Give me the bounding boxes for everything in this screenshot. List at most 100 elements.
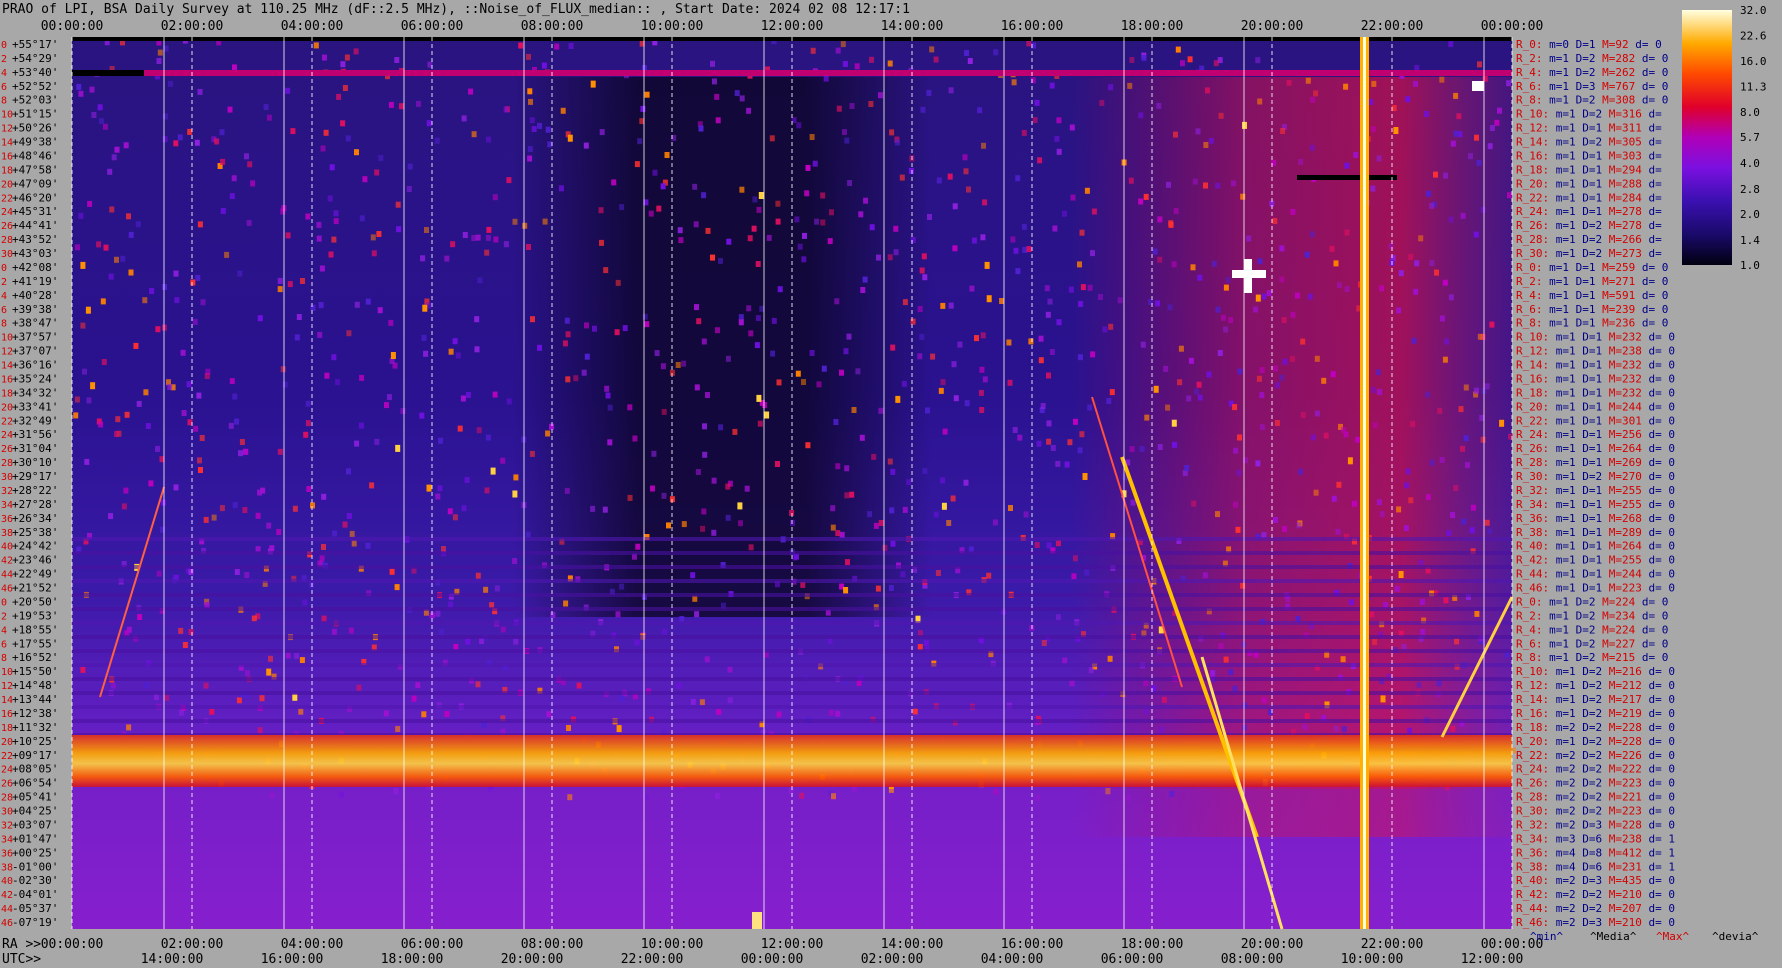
declination-label: +22°49' (12, 568, 58, 581)
noise-pixel (133, 342, 139, 349)
noise-pixel (604, 385, 610, 392)
noise-pixel (830, 505, 836, 512)
noise-pixel (1184, 465, 1190, 471)
stat-value: D=1 (1576, 582, 1603, 595)
noise-pixel (346, 468, 351, 475)
noise-pixel (692, 183, 698, 190)
noise-pixel (605, 392, 611, 399)
noise-pixel (1331, 495, 1337, 502)
noise-pixel (114, 431, 120, 437)
noise-pixel (1425, 391, 1431, 398)
noise-pixel (1480, 436, 1486, 443)
noise-pixel (1257, 258, 1263, 265)
noise-pixel (1443, 172, 1448, 179)
noise-pixel (634, 161, 640, 168)
noise-pixel (386, 394, 392, 401)
noise-pixel (145, 423, 151, 429)
stat-value: M=222 (1602, 763, 1642, 776)
noise-pixel (369, 482, 375, 489)
noise-pixel (565, 376, 571, 383)
stat-value: d= 0 (1642, 707, 1675, 720)
noise-pixel (319, 265, 325, 272)
noise-pixel (214, 138, 220, 145)
noise-pixel (460, 395, 466, 402)
noise-pixel (1454, 638, 1460, 645)
stat-value: d= 0 (1635, 303, 1668, 316)
stat-value: M=316 (1602, 108, 1642, 121)
declination-label: +31°56' (12, 428, 58, 441)
noise-pixel (1340, 656, 1346, 663)
noise-pixel (518, 42, 524, 49)
noise-pixel (607, 439, 613, 446)
stat-value: R_18: (1516, 386, 1549, 399)
noise-pixel (979, 366, 985, 373)
noise-pixel (336, 93, 342, 100)
stat-value: D=1 (1576, 428, 1603, 441)
stat-row: R_36: m=1 D=1 M=268 d= 0 (1516, 512, 1675, 525)
declination-label: +26°34' (12, 512, 58, 525)
point-source (1244, 259, 1252, 293)
declination-label: +53°40' (12, 66, 58, 79)
stat-value: d= 0 (1642, 721, 1675, 734)
noise-pixel (356, 684, 362, 691)
stat-row: R_12: m=1 D=1 M=311 d= (1516, 122, 1662, 135)
stat-value: D=2 (1569, 66, 1596, 79)
utc-axis-label: UTC>> (2, 952, 41, 967)
stat-value: D=1 (1569, 261, 1596, 274)
noise-pixel (195, 274, 201, 281)
stat-value: M=232 (1602, 372, 1642, 385)
top-time-tick: 06:00:00 (401, 19, 464, 34)
noise-pixel (1138, 198, 1144, 205)
declination-label: +03°07' (12, 818, 58, 831)
stat-value: m=2 (1549, 874, 1576, 887)
noise-pixel (1300, 338, 1306, 345)
noise-pixel (666, 522, 671, 529)
noise-pixel (437, 485, 443, 492)
noise-pixel (190, 279, 196, 286)
noise-pixel (974, 335, 979, 342)
noise-pixel (563, 600, 569, 607)
noise-pixel (566, 725, 571, 731)
noise-pixel (869, 56, 874, 63)
stat-value: m=2 (1549, 721, 1576, 734)
stat-value: D=2 (1569, 637, 1596, 650)
noise-pixel (1309, 231, 1315, 238)
noise-pixel (1272, 218, 1278, 224)
noise-pixel (374, 438, 380, 445)
noise-pixel (1474, 387, 1479, 394)
stat-value: D=1 (1576, 400, 1603, 413)
stat-value: R_6: (1516, 80, 1543, 93)
noise-pixel (718, 257, 723, 264)
declination-label: +04°25' (12, 805, 58, 818)
noise-pixel (844, 465, 850, 472)
colorbar: 32.0 22.6 16.0 11.3 8.0 5.7 4.0 2.8 2.0 1.4 1.0 (1682, 4, 1767, 272)
stat-value: M=435 (1602, 874, 1642, 887)
noise-pixel (444, 711, 450, 717)
noise-pixel (394, 57, 400, 63)
noise-pixel (1038, 335, 1044, 342)
noise-pixel (1343, 83, 1349, 90)
noise-pixel (188, 569, 194, 575)
noise-pixel (611, 179, 617, 186)
stat-value: D=6 (1576, 860, 1603, 873)
stat-value: m=1 (1549, 526, 1576, 539)
noise-pixel (537, 122, 543, 129)
noise-pixel (199, 435, 205, 441)
declination-label: +14°48' (12, 679, 58, 692)
noise-pixel (164, 694, 170, 701)
stat-value: d= 0 (1642, 540, 1675, 553)
stat-value: D=2 (1576, 693, 1603, 706)
ra-tick: 04:00:00 (281, 937, 344, 952)
noise-pixel (1290, 311, 1296, 318)
top-time-tick: 08:00:00 (521, 19, 584, 34)
stat-value: R_24: (1516, 205, 1549, 218)
stat-row: R_30: m=1 D=2 M=270 d= 0 (1516, 470, 1675, 483)
colorbar-tick: 8.0 (1740, 106, 1760, 119)
declination-label: +32°49' (12, 414, 58, 427)
noise-pixel (321, 615, 327, 622)
noise-pixel (87, 200, 93, 207)
noise-pixel (1218, 643, 1224, 650)
noise-pixel (694, 304, 699, 311)
top-time-tick: 14:00:00 (881, 19, 944, 34)
stat-value: R_14: (1516, 693, 1549, 706)
